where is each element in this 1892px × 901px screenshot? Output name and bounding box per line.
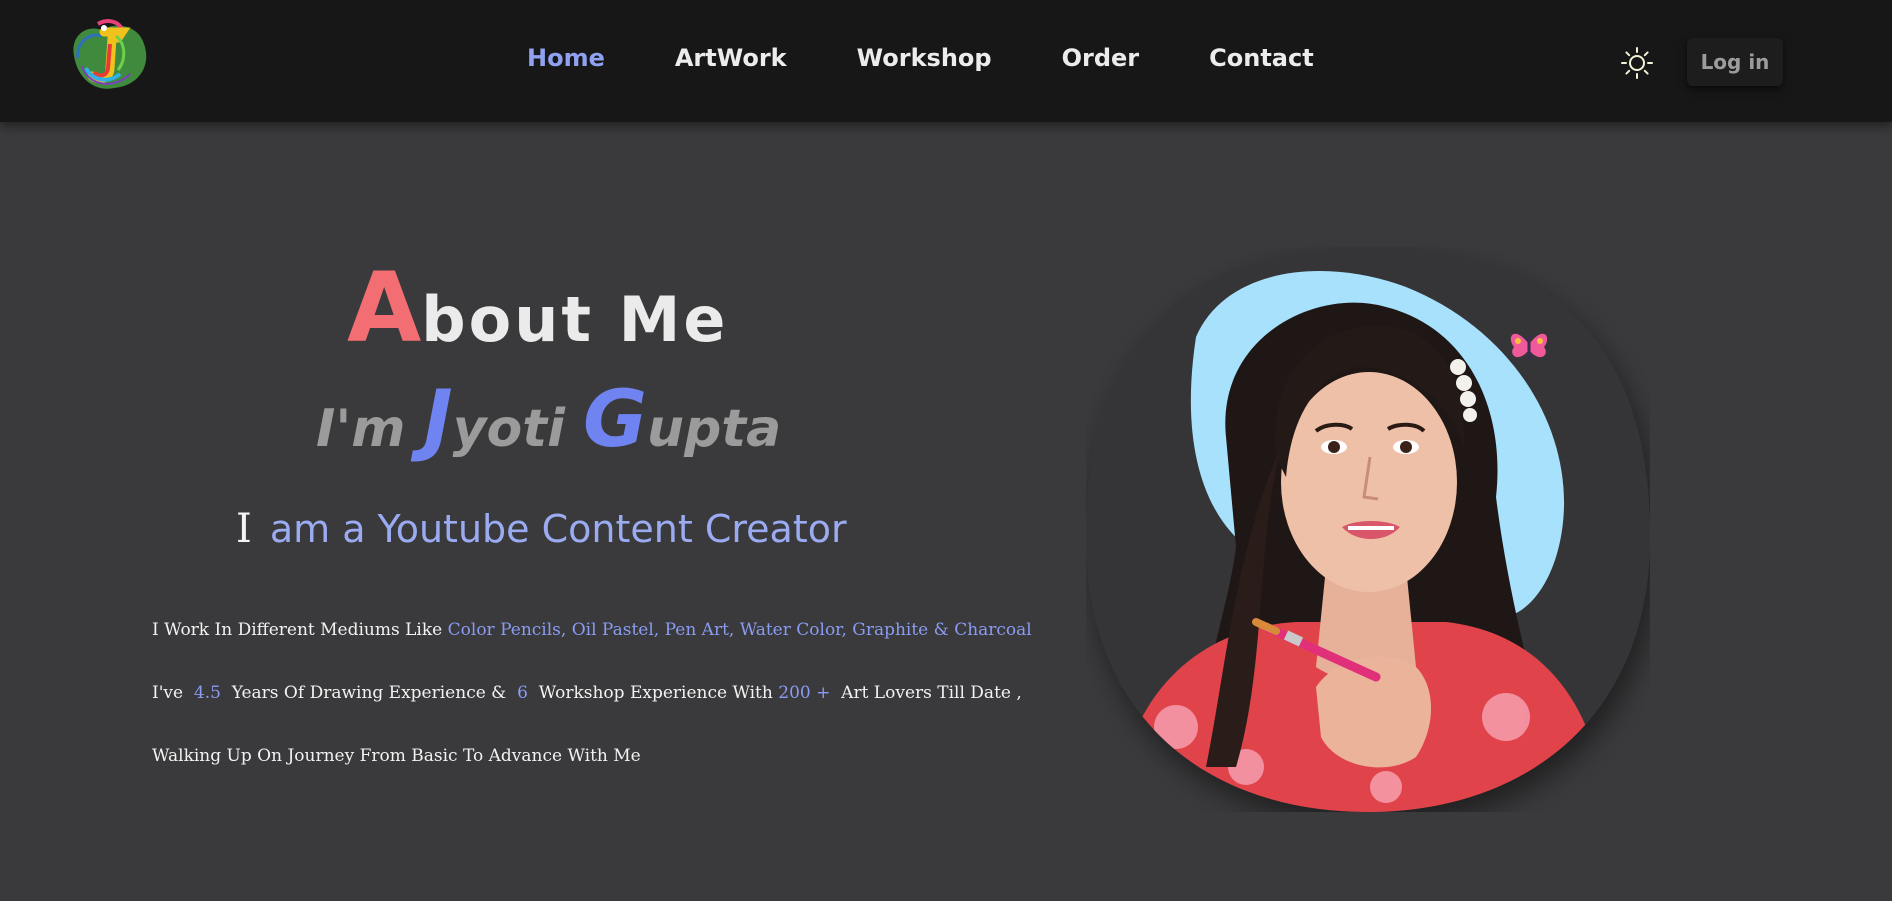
jg-logo-icon[interactable]	[64, 14, 152, 94]
journey-description: Walking Up On Journey From Basic To Adva…	[152, 746, 641, 766]
about-title-first-letter: A	[347, 252, 422, 364]
experience-years: 4.5	[193, 683, 221, 703]
nav-artwork[interactable]: ArtWork	[675, 44, 787, 72]
experience-text-b: Years Of Drawing Experience &	[231, 683, 507, 703]
experience-text-c: Workshop Experience With	[538, 683, 773, 703]
last-name-initial: G	[583, 375, 648, 465]
nav-contact[interactable]: Contact	[1209, 44, 1314, 72]
login-button[interactable]: Log in	[1687, 38, 1783, 86]
mediums-list: Color Pencils, Oil Pastel, Pen Art, Wate…	[447, 620, 1032, 640]
navbar: Home ArtWork Workshop Order Contact Log …	[0, 0, 1892, 122]
intro-text: I'm	[316, 399, 406, 459]
experience-text-d: Art Lovers Till Date ,	[841, 683, 1022, 703]
about-title-rest: bout Me	[421, 283, 729, 356]
first-name-rest: yoti	[452, 399, 565, 459]
nav-home[interactable]: Home	[527, 44, 605, 72]
experience-description: I've 4.5 Years Of Drawing Experience & 6…	[152, 683, 1022, 703]
typewriter-role: Iam a Youtube Content Creator	[236, 506, 847, 552]
name-heading: I'm Jyoti Gupta	[316, 375, 781, 465]
first-name-initial: J	[423, 375, 453, 465]
about-title: About Me	[347, 252, 728, 364]
main-nav: Home ArtWork Workshop Order Contact	[527, 44, 1384, 72]
workshop-count: 6	[517, 683, 528, 703]
experience-text-a: I've	[152, 683, 184, 703]
mediums-description: I Work In Different Mediums Like Color P…	[152, 620, 1032, 640]
portrait-photo	[1086, 247, 1650, 812]
mediums-prefix: I Work In Different Mediums Like	[152, 620, 443, 640]
last-name-rest: upta	[647, 399, 782, 459]
sun-icon[interactable]	[1620, 46, 1654, 80]
art-lovers-count: 200 +	[778, 683, 831, 703]
butterfly-icon	[1510, 333, 1548, 361]
typewriter-cursor: I	[236, 506, 252, 552]
role-text: am a Youtube Content Creator	[269, 507, 847, 551]
nav-order[interactable]: Order	[1062, 44, 1140, 72]
nav-workshop[interactable]: Workshop	[857, 44, 992, 72]
